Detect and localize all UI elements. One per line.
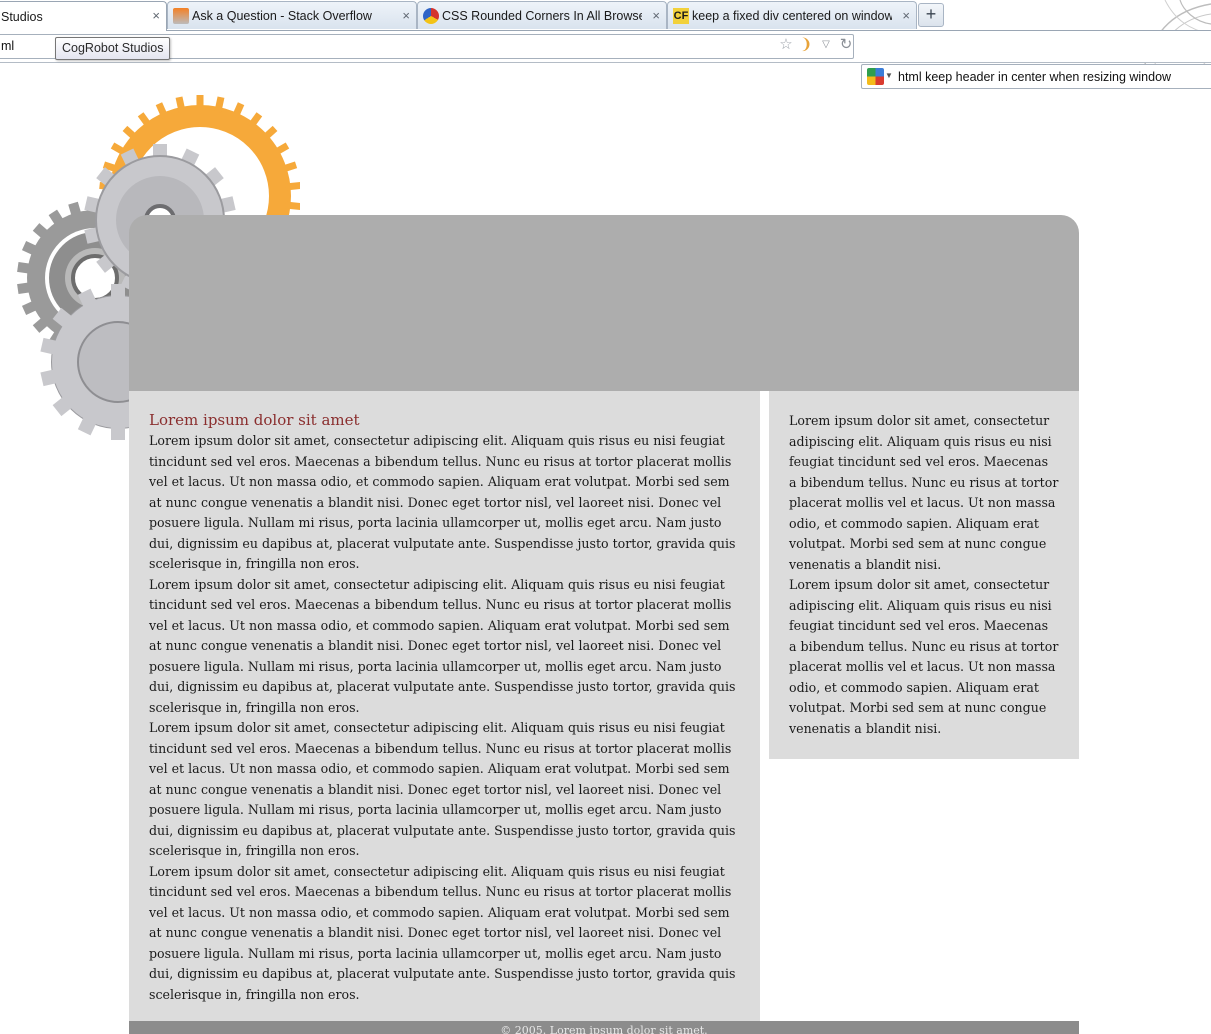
browser-toolbar: ml ▼ html keep header in center when res… <box>0 30 1211 89</box>
stackoverflow-icon <box>173 8 189 24</box>
rss-feed-icon[interactable]: ❩ <box>798 37 814 53</box>
footer: © 2005. Lorem ipsum dolor sit amet. <box>129 1021 1079 1034</box>
search-box[interactable]: ▼ html keep header in center when resizi… <box>861 64 1211 89</box>
close-icon[interactable]: × <box>902 8 910 23</box>
search-text: html keep header in center when resizing… <box>898 70 1172 84</box>
tab-css-rounded[interactable]: CSS Rounded Corners In All Browsers ... … <box>417 1 667 29</box>
main-heading: Lorem ipsum dolor sit amet <box>149 411 360 429</box>
main-paragraph: Lorem ipsum dolor sit amet, consectetur … <box>149 576 736 715</box>
tab-label: Studios <box>1 9 43 24</box>
dropdown-arrow-icon[interactable]: ▽ <box>818 37 834 53</box>
reload-icon[interactable]: ↻ <box>838 37 854 53</box>
tab-strip: Studios × Ask a Question - Stack Overflo… <box>0 0 1211 31</box>
new-tab-button[interactable]: + <box>918 3 944 27</box>
tab-current[interactable]: Studios × <box>0 1 167 31</box>
tooltip: CogRobot Studios <box>55 37 171 60</box>
address-bar-actions: ☆ ❩ ▽ ↻ <box>778 35 854 55</box>
header-banner <box>129 215 1079 391</box>
css-icon <box>423 8 439 24</box>
address-text: ml <box>1 39 15 53</box>
cf-icon: CF <box>673 8 689 24</box>
close-icon[interactable]: × <box>152 8 160 23</box>
footer-text: © 2005. Lorem ipsum dolor sit amet. <box>500 1024 708 1034</box>
chevron-down-icon[interactable]: ▼ <box>885 71 893 80</box>
close-icon[interactable]: × <box>652 8 660 23</box>
main-paragraph: Lorem ipsum dolor sit amet, consectetur … <box>149 433 736 571</box>
tab-label: keep a fixed div centered on window ... <box>692 8 892 23</box>
sidebar-paragraph: Lorem ipsum dolor sit amet, consectetur … <box>789 413 1059 572</box>
tab-fixed-div[interactable]: CF keep a fixed div centered on window .… <box>667 1 917 29</box>
tab-label: Ask a Question - Stack Overflow <box>192 8 372 23</box>
tab-label: CSS Rounded Corners In All Browsers ... <box>442 8 642 23</box>
tab-stackoverflow[interactable]: Ask a Question - Stack Overflow × <box>167 1 417 29</box>
bookmark-star-icon[interactable]: ☆ <box>778 37 794 53</box>
main-paragraph: Lorem ipsum dolor sit amet, consectetur … <box>149 863 736 1002</box>
main-content: Lorem ipsum dolor sit amet Lorem ipsum d… <box>129 391 760 1021</box>
google-icon[interactable] <box>867 68 884 85</box>
main-paragraph: Lorem ipsum dolor sit amet, consectetur … <box>149 720 736 858</box>
sidebar-paragraph: Lorem ipsum dolor sit amet, consectetur … <box>789 577 1059 736</box>
close-icon[interactable]: × <box>402 8 410 23</box>
sidebar-content: Lorem ipsum dolor sit amet, consectetur … <box>769 391 1079 759</box>
